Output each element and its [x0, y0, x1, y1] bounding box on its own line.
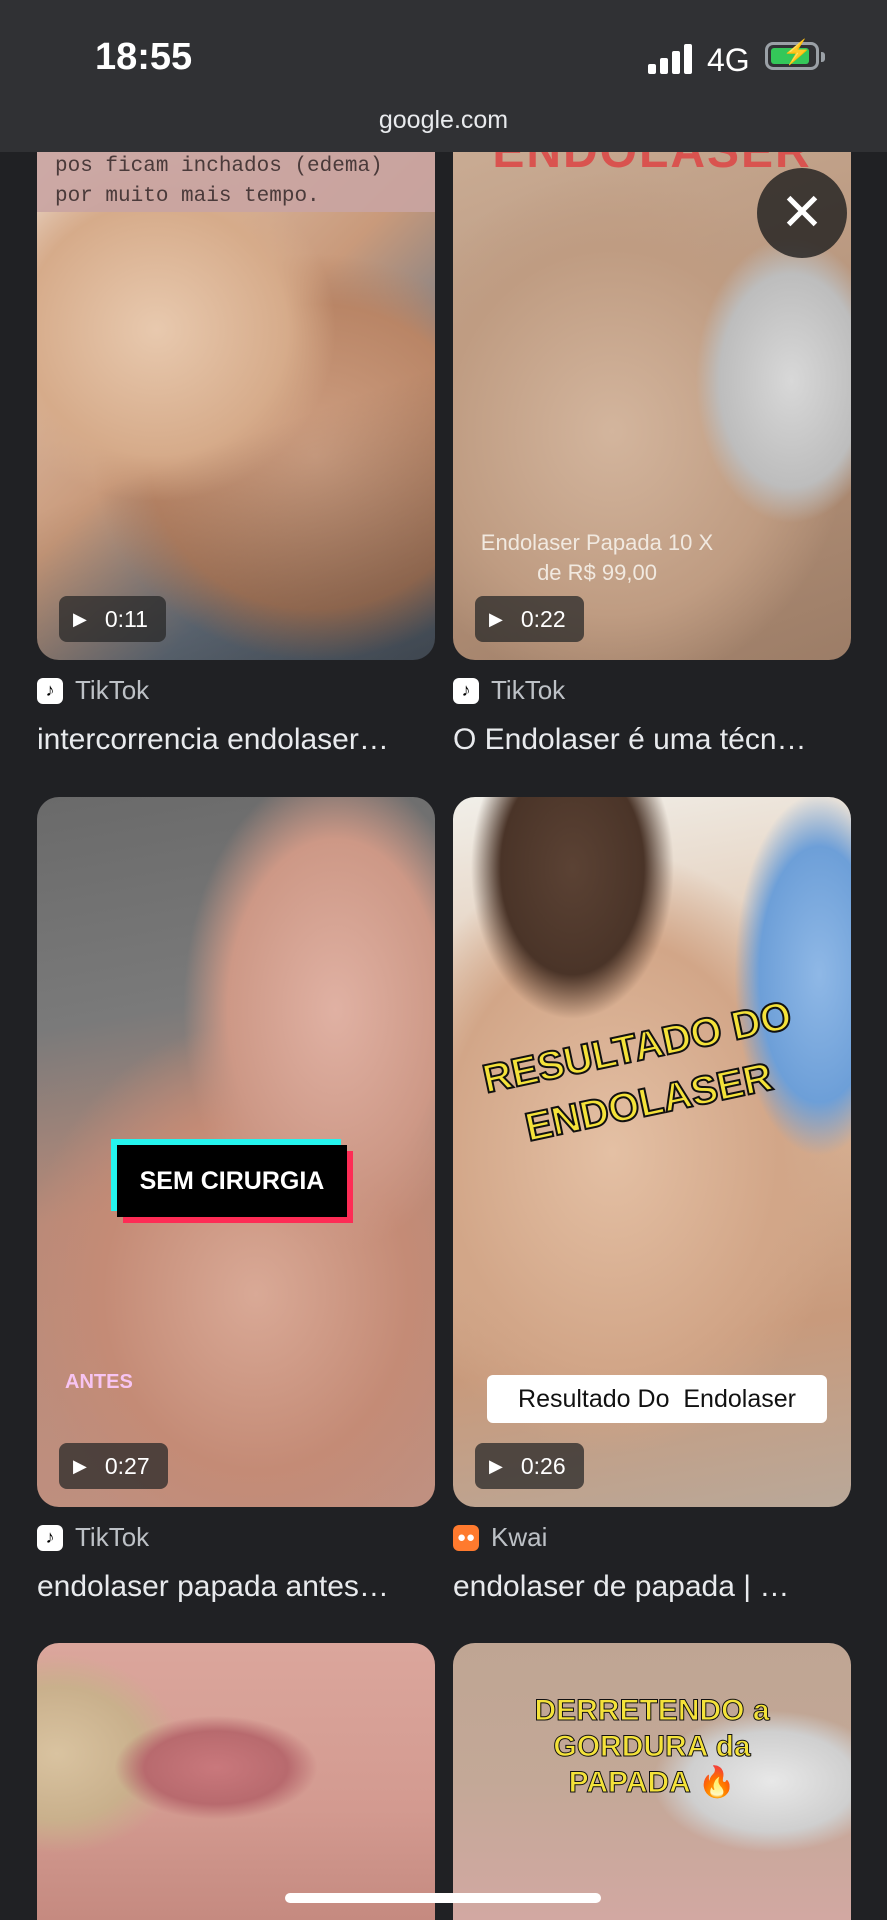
result-source: ●● Kwai — [453, 1522, 547, 1553]
thumbnail-heading: SEM CIRURGIA — [139, 1167, 325, 1195]
address-bar-url[interactable]: google.com — [0, 106, 887, 135]
thumbnail-caption: Endolaser Papada 10 X de R$ 99,00 — [480, 530, 714, 585]
tiktok-icon: ♪ — [453, 677, 479, 704]
thumbnail-caption: Resultado Do Endolaser — [518, 1385, 796, 1413]
video-thumbnail[interactable]: pos ficam inchados (edema) por muito mai… — [37, 152, 435, 660]
thumbnail-caption: pos ficam inchados (edema) por muito mai… — [55, 155, 383, 208]
signal-icon — [648, 44, 694, 74]
duration-badge: ▶ 0:22 — [475, 596, 584, 642]
duration-badge: ▶ 0:26 — [475, 1443, 584, 1489]
duration-badge: ▶ 0:27 — [59, 1443, 168, 1489]
thumbnail-heading: DERRETENDO a GORDURA da PAPADA 🔥 — [534, 1694, 770, 1800]
play-icon: ▶ — [489, 1455, 503, 1476]
result-title[interactable]: endolaser de papada | … — [453, 1570, 851, 1604]
video-thumbnail[interactable] — [37, 1643, 435, 1920]
thumbnail-caption: ANTES — [65, 1371, 133, 1393]
result-title[interactable]: endolaser papada antes… — [37, 1570, 435, 1604]
home-indicator[interactable] — [285, 1893, 601, 1903]
video-thumbnail[interactable]: DERRETENDO a GORDURA da PAPADA 🔥 — [453, 1643, 851, 1920]
result-source: ♪ TikTok — [37, 675, 149, 706]
play-icon: ▶ — [489, 608, 503, 629]
thumbnail-heading: RESULTADO DO ENDOLASER — [478, 992, 796, 1151]
play-icon: ▶ — [73, 1455, 87, 1476]
close-icon[interactable]: ✕ — [757, 168, 847, 258]
video-thumbnail[interactable]: SEM CIRURGIA ANTES ▶ 0:27 — [37, 797, 435, 1507]
result-source: ♪ TikTok — [453, 675, 565, 706]
browser-status-bar: 18:55 4G ⚡ google.com — [0, 0, 887, 152]
clock: 18:55 — [95, 36, 193, 78]
battery-icon: ⚡ — [765, 41, 825, 70]
network-type: 4G — [707, 42, 750, 78]
tiktok-icon: ♪ — [37, 1524, 63, 1551]
kwai-icon: ●● — [453, 1524, 479, 1551]
result-title[interactable]: intercorrencia endolaser… — [37, 723, 435, 757]
result-title[interactable]: O Endolaser é uma técn… — [453, 723, 851, 757]
duration-badge: ▶ 0:11 — [59, 596, 166, 642]
tiktok-icon: ♪ — [37, 677, 63, 704]
video-thumbnail[interactable]: RESULTADO DO ENDOLASER Resultado Do Endo… — [453, 797, 851, 1507]
result-source: ♪ TikTok — [37, 1522, 149, 1553]
play-icon: ▶ — [73, 608, 87, 629]
